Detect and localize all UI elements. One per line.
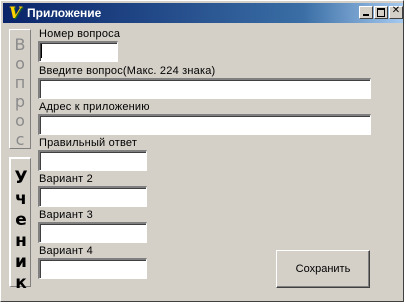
- variant2-input[interactable]: [38, 186, 147, 207]
- variant2-label: Вариант 2: [39, 173, 93, 185]
- tab-question-label: Вопрос: [14, 35, 26, 149]
- question-text-label: Введите вопрос(Макс. 224 знака): [39, 65, 216, 77]
- tab-student[interactable]: Ученик: [9, 157, 31, 293]
- variant3-input[interactable]: [38, 222, 147, 243]
- variant4-input[interactable]: [38, 258, 147, 279]
- app-icon: V: [8, 3, 22, 22]
- close-button[interactable]: [389, 5, 403, 19]
- attachment-label: Адрес к приложению: [39, 101, 150, 113]
- question-text-input[interactable]: [38, 78, 371, 99]
- tab-student-label: Ученик: [14, 168, 28, 293]
- window-title: Приложение: [27, 6, 102, 20]
- save-button[interactable]: Сохранить: [276, 250, 370, 288]
- app-window: V Приложение Вопрос Ученик Номер вопроса…: [0, 0, 404, 302]
- question-number-input[interactable]: [38, 41, 118, 62]
- minimize-button[interactable]: [359, 6, 373, 19]
- title-bar[interactable]: V Приложение: [3, 3, 403, 23]
- maximize-button[interactable]: [374, 6, 388, 19]
- variant3-label: Вариант 3: [39, 209, 93, 221]
- correct-answer-input[interactable]: [38, 150, 147, 171]
- attachment-input[interactable]: [38, 114, 371, 135]
- variant4-label: Вариант 4: [39, 245, 93, 257]
- correct-answer-label: Правильный ответ: [39, 137, 138, 149]
- question-number-label: Номер вопроса: [39, 28, 121, 40]
- text-caret: [41, 44, 42, 58]
- tab-question[interactable]: Вопрос: [9, 29, 31, 149]
